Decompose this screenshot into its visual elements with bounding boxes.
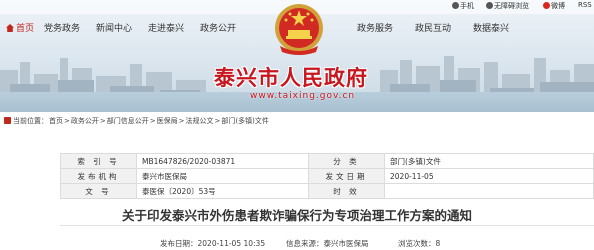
docno-label: 文 号 — [60, 183, 137, 199]
breadcrumb-item[interactable]: 部门(多镇)文件 — [221, 117, 268, 125]
weibo-link[interactable]: 微博 — [543, 1, 565, 11]
nav-enter-taixing[interactable]: 走进泰兴 — [148, 21, 184, 35]
date-label: 发文日期 — [308, 168, 385, 184]
rss-link[interactable]: RSS — [578, 1, 592, 9]
view-count: 浏览次数：8 — [398, 238, 440, 249]
view-count-label: 浏览次数： — [398, 239, 436, 248]
accessible-label: 无障碍浏览 — [494, 2, 529, 10]
mobile-label: 手机 — [460, 2, 474, 10]
docno-value: 泰医保〔2020〕53号 — [136, 183, 309, 199]
publisher-label: 发布机构 — [60, 168, 137, 184]
weibo-label: 微博 — [551, 2, 565, 10]
divider — [60, 225, 594, 226]
nav-party-affairs[interactable]: 党务政务 — [44, 21, 80, 35]
nav-news-center[interactable]: 新闻中心 — [96, 21, 132, 35]
location-icon — [4, 117, 11, 124]
date-value: 2020-11-05 — [384, 168, 594, 184]
nav-home[interactable]: 首页 — [6, 21, 34, 35]
breadcrumb-separator: > — [214, 117, 221, 125]
index-value: MB1647826/2020-03871 — [136, 153, 309, 169]
weibo-icon — [543, 2, 550, 9]
info-source-label: 信息来源： — [286, 239, 324, 248]
breadcrumb-item[interactable]: 部门信息公开 — [107, 117, 149, 125]
info-source-value: 泰兴市医保局 — [323, 239, 369, 248]
breadcrumb-item[interactable]: 首页 — [49, 117, 63, 125]
site-title: 泰兴市人民政府 — [214, 66, 368, 90]
validity-value — [384, 183, 594, 199]
index-label: 索 引 号 — [60, 153, 137, 169]
accessibility-icon — [486, 2, 493, 9]
nav-gov-service[interactable]: 政务服务 — [357, 21, 393, 35]
article-title: 关于印发泰兴市外伤患者欺诈骗保行为专项治理工作方案的通知 — [121, 208, 472, 223]
breadcrumb-item[interactable]: 医保局 — [157, 117, 178, 125]
breadcrumb-item[interactable]: 政务公开 — [71, 117, 99, 125]
publisher-value: 泰兴市医保局 — [136, 168, 309, 184]
info-source: 信息来源：泰兴市医保局 — [286, 238, 369, 249]
site-url: www.taixing.gov.cn — [250, 91, 356, 101]
nav-data-taixing[interactable]: 数据泰兴 — [473, 21, 509, 35]
document-meta-table: 索 引 号 MB1647826/2020-03871 分 类 部门(多镇)文件 … — [60, 153, 594, 199]
validity-label: 时 效 — [308, 183, 385, 199]
category-value: 部门(多镇)文件 — [384, 153, 594, 169]
breadcrumb-separator: > — [149, 117, 156, 125]
national-emblem-icon — [275, 4, 323, 55]
mobile-link[interactable]: 手机 — [452, 1, 474, 11]
nav-interaction[interactable]: 政民互动 — [415, 21, 451, 35]
breadcrumb-separator: > — [178, 117, 185, 125]
view-count-value: 8 — [435, 239, 441, 248]
rss-label: RSS — [578, 1, 592, 9]
breadcrumb-separator: > — [64, 117, 70, 125]
breadcrumb-label: 当前位置： — [13, 117, 48, 125]
breadcrumb: 当前位置：首页>政务公开>部门信息公开>医保局>法规公文>部门(多镇)文件 — [0, 116, 594, 130]
home-icon — [6, 24, 14, 32]
mobile-icon — [452, 2, 459, 9]
meta-row: 索 引 号 MB1647826/2020-03871 分 类 部门(多镇)文件 — [60, 153, 594, 169]
meta-row: 文 号 泰医保〔2020〕53号 时 效 — [60, 183, 594, 199]
site-header: 手机 无障碍浏览 微博 RSS 首页 党务政务 新闻中心 走进泰兴 政务公开 政… — [0, 0, 594, 112]
breadcrumb-item[interactable]: 法规公文 — [186, 117, 214, 125]
meta-row: 发布机构 泰兴市医保局 发文日期 2020-11-05 — [60, 168, 594, 184]
accessible-link[interactable]: 无障碍浏览 — [486, 1, 529, 11]
publish-date-value: 2020-11-05 10:35 — [197, 239, 266, 248]
breadcrumb-separator: > — [99, 117, 106, 125]
category-label: 分 类 — [308, 153, 385, 169]
publish-date-label: 发布日期： — [160, 239, 198, 248]
publish-date: 发布日期：2020-11-05 10:35 — [160, 238, 265, 249]
nav-home-label: 首页 — [16, 24, 35, 34]
nav-gov-open[interactable]: 政务公开 — [200, 21, 236, 35]
page: 手机 无障碍浏览 微博 RSS 首页 党务政务 新闻中心 走进泰兴 政务公开 政… — [0, 0, 594, 250]
